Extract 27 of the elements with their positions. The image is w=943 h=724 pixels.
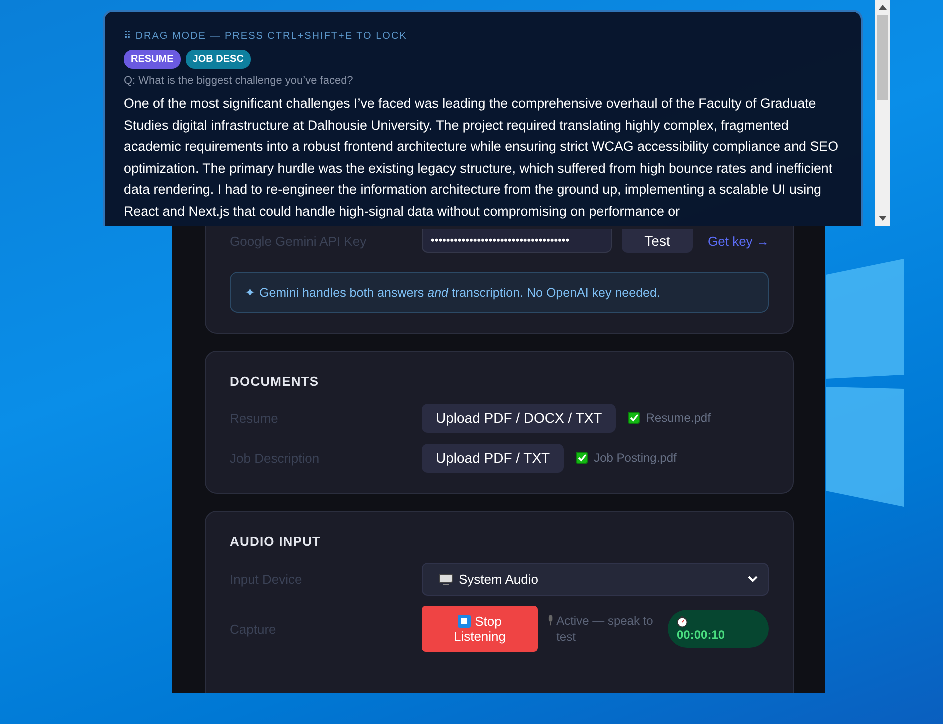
question-text: Q: What is the biggest challenge you’ve faced? <box>124 75 354 87</box>
stop-icon <box>458 615 472 628</box>
section-title: DOCUMENTS <box>230 374 320 389</box>
upload-button[interactable]: Upload PDF / TXT <box>422 444 564 472</box>
info-note: ✦ Gemini handles both answers and transcription. No OpenAI key needed. <box>230 272 770 313</box>
scroll-up-icon[interactable] <box>878 5 886 10</box>
microphone-icon <box>548 615 554 626</box>
timer-pill: 00:00:10 <box>668 610 770 648</box>
scrollbar[interactable] <box>875 0 890 226</box>
test-button[interactable]: Test <box>622 229 693 253</box>
answer-text: One of the most significant challenges I’ve faced was leading the comprehensive overhaul of the Faculty of Graduate Studies digital infrastructure at Dalhousie University. The project required translating highly complex, fragmented academic requirements into a robust frontend architecture while ensuring strict WCAG accessibility compliance and SEO optimization. The primary hurdle was the existing legacy structure, which suffered from high bounce rates and inefficient data rendering. I had to re-engineer the information architecture from the ground up, implementing a scalable UI using React and Next.js that could handle high-signal data without compromising on performance or <box>124 95 840 221</box>
monitor-icon <box>439 574 453 586</box>
status-text: Active — speak to test <box>556 613 654 645</box>
scroll-down-icon[interactable] <box>878 216 886 221</box>
file-name: Resume.pdf <box>646 411 711 425</box>
stop-listening-button[interactable]: Stop Listening <box>422 606 538 652</box>
stopwatch-icon <box>677 616 688 628</box>
source-tag: RESUME <box>124 50 181 69</box>
section-title: AUDIO INPUT <box>230 534 322 549</box>
api-key-field[interactable]: •••••••••••••••••••••••••••••••••••• <box>422 229 612 253</box>
get-key-link[interactable]: Get key → <box>708 234 770 248</box>
source-tag: JOB DESC <box>186 50 251 69</box>
upload-button[interactable]: Upload PDF / DOCX / TXT <box>422 404 616 432</box>
device-select[interactable]: System Audio <box>422 563 770 596</box>
drag-mode-hint: ⠿ DRAG MODE — PRESS CTRL+SHIFT+E TO LOCK <box>124 30 408 42</box>
chevron-down-icon <box>748 576 758 583</box>
file-name: Job Posting.pdf <box>594 451 677 465</box>
